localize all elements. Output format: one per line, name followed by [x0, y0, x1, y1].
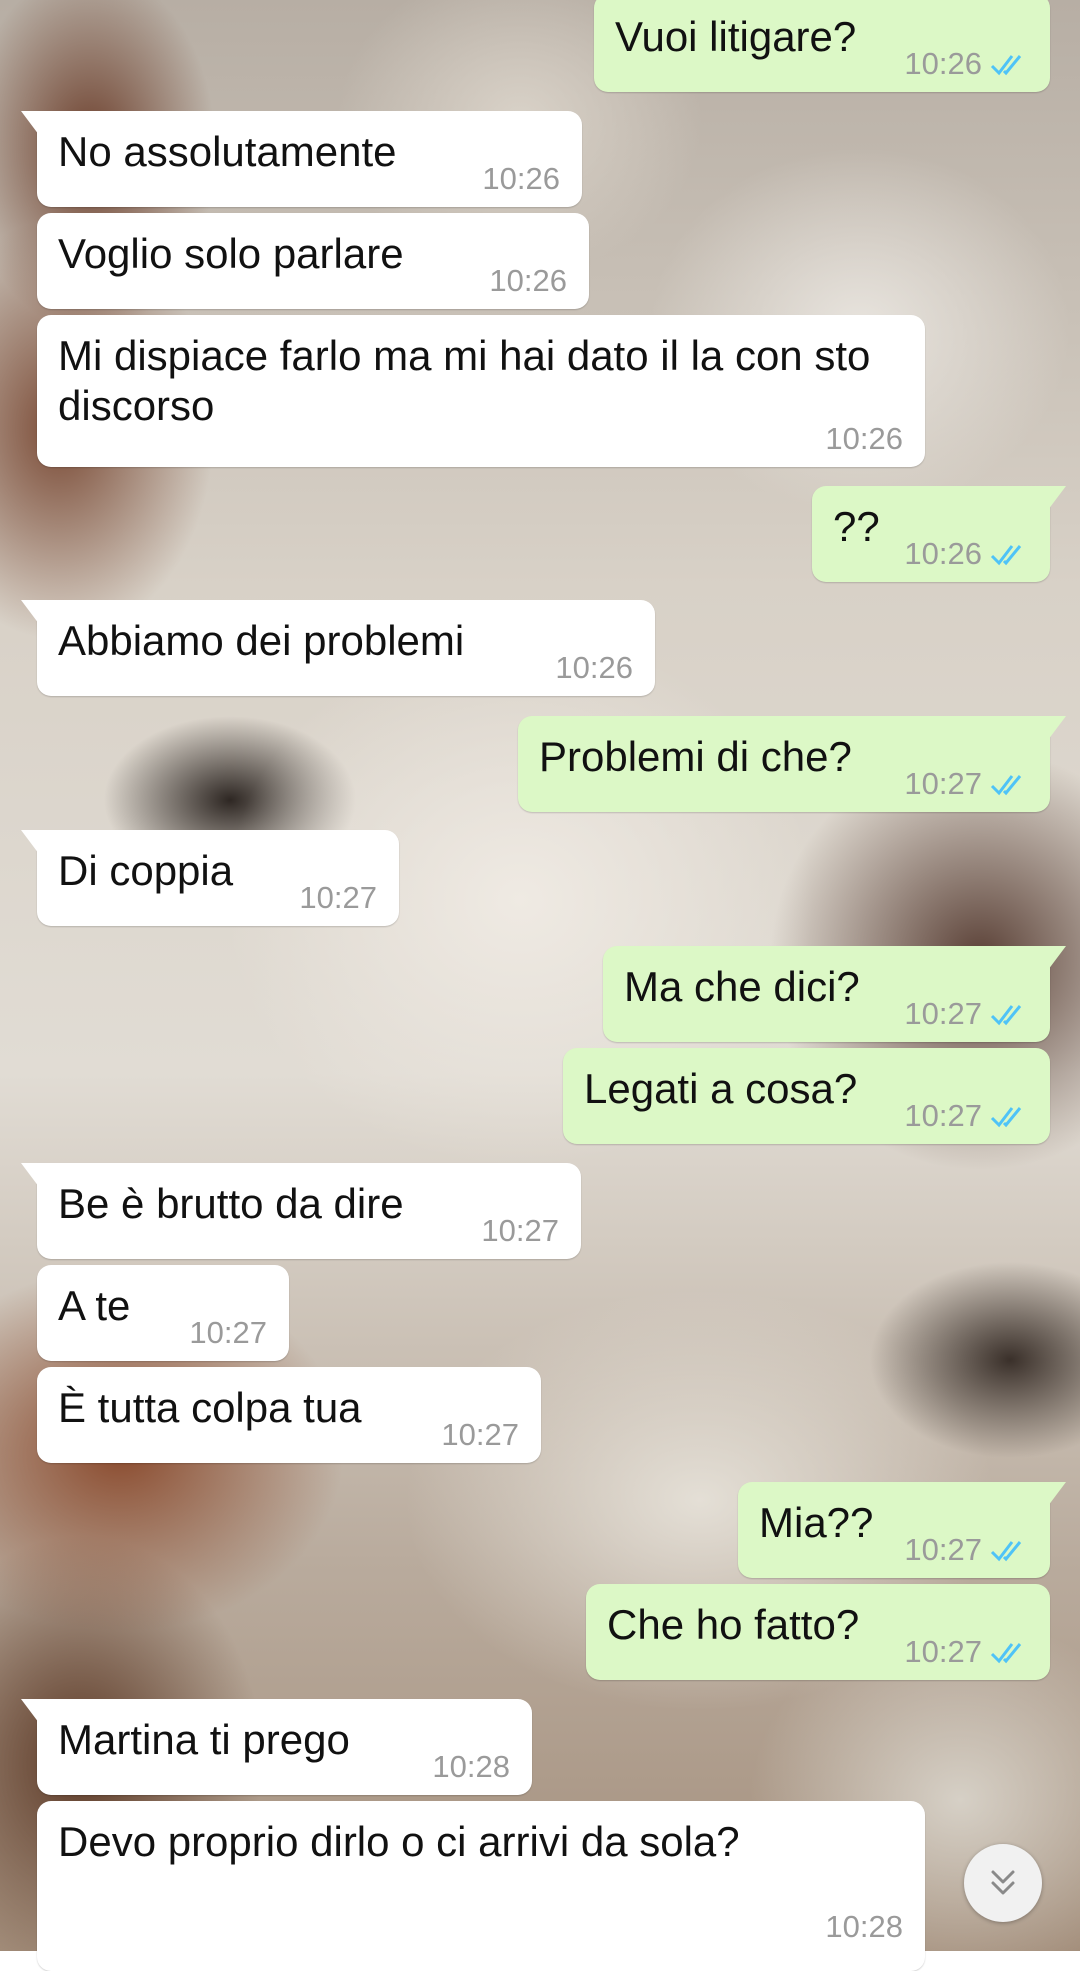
- message-text: Devo proprio dirlo o ci arrivi da sola?: [58, 1818, 740, 1865]
- message-time: 10:27: [904, 1532, 982, 1567]
- message-text: Martina ti prego: [58, 1716, 350, 1763]
- message-outgoing[interactable]: Mia?? 10:27: [738, 1482, 1066, 1578]
- message-meta: 10:27: [441, 1417, 519, 1453]
- message-time: 10:27: [904, 1098, 982, 1133]
- message-meta: 10:26: [825, 421, 903, 457]
- message-text: Di coppia: [58, 847, 234, 894]
- double-check-read-icon: [990, 1107, 1022, 1128]
- message-time: 10:28: [825, 1909, 903, 1944]
- message-text: Abbiamo dei problemi: [58, 617, 465, 664]
- message-outgoing[interactable]: Ma che dici? 10:27: [603, 946, 1066, 1042]
- message-text: Problemi di che?: [539, 733, 852, 780]
- message-incoming[interactable]: Voglio solo parlare 10:26: [37, 213, 589, 309]
- message-text: Vuoi litigare?: [615, 13, 857, 60]
- message-incoming[interactable]: A te 10:27: [37, 1265, 289, 1361]
- message-meta: 10:27: [189, 1315, 267, 1351]
- message-meta: 10:27: [904, 1634, 1032, 1670]
- message-text: Voglio solo parlare: [58, 230, 404, 277]
- message-meta: 10:26: [489, 263, 567, 299]
- message-incoming[interactable]: Devo proprio dirlo o ci arrivi da sola? …: [37, 1801, 925, 1971]
- scroll-to-bottom-button[interactable]: [964, 1844, 1042, 1922]
- double-check-read-icon: [990, 55, 1022, 76]
- message-text: Be è brutto da dire: [58, 1180, 404, 1227]
- message-text: A te: [58, 1282, 131, 1329]
- message-incoming[interactable]: Mi dispiace farlo ma mi hai dato il la c…: [37, 315, 925, 467]
- message-time: 10:26: [555, 650, 633, 685]
- message-meta: 10:27: [904, 766, 1032, 802]
- message-text: Che ho fatto?: [607, 1601, 860, 1648]
- message-time: 10:26: [904, 536, 982, 571]
- message-time: 10:27: [189, 1315, 267, 1350]
- message-meta: 10:28: [432, 1749, 510, 1785]
- message-time: 10:27: [441, 1417, 519, 1452]
- message-time: 10:27: [299, 880, 377, 915]
- message-text: Mia??: [759, 1499, 874, 1546]
- message-text: Legati a cosa?: [584, 1065, 858, 1112]
- message-meta: 10:27: [904, 996, 1032, 1032]
- message-time: 10:27: [904, 996, 982, 1031]
- message-outgoing[interactable]: Vuoi litigare? 10:26: [594, 0, 1050, 92]
- message-incoming[interactable]: Martina ti prego 10:28: [21, 1699, 532, 1795]
- message-outgoing[interactable]: Legati a cosa? 10:27: [563, 1048, 1050, 1144]
- message-time: 10:26: [904, 46, 982, 81]
- message-meta: 10:27: [299, 880, 377, 916]
- message-outgoing[interactable]: ?? 10:26: [812, 486, 1066, 582]
- message-text: No assolutamente: [58, 128, 397, 175]
- message-incoming[interactable]: Di coppia 10:27: [21, 830, 399, 926]
- message-time: 10:27: [481, 1213, 559, 1248]
- message-text: Ma che dici?: [624, 963, 860, 1010]
- chevron-double-down-icon: [991, 1870, 1015, 1895]
- message-text: Mi dispiace farlo ma mi hai dato il la c…: [58, 332, 871, 429]
- message-time: 10:27: [904, 766, 982, 801]
- message-incoming[interactable]: È tutta colpa tua 10:27: [37, 1367, 541, 1463]
- double-check-read-icon: [990, 1005, 1022, 1026]
- message-incoming[interactable]: No assolutamente 10:26: [21, 111, 582, 207]
- message-meta: 10:27: [904, 1098, 1032, 1134]
- message-text: ??: [833, 503, 880, 550]
- message-text: È tutta colpa tua: [58, 1384, 362, 1431]
- message-outgoing[interactable]: Che ho fatto? 10:27: [586, 1584, 1050, 1680]
- double-check-read-icon: [990, 1643, 1022, 1664]
- message-meta: 10:26: [904, 536, 1032, 572]
- message-meta: 10:28: [825, 1909, 903, 1945]
- message-meta: 10:27: [481, 1213, 559, 1249]
- message-incoming[interactable]: Abbiamo dei problemi 10:26: [21, 600, 655, 696]
- message-time: 10:27: [904, 1634, 982, 1669]
- message-incoming[interactable]: Be è brutto da dire 10:27: [21, 1163, 581, 1259]
- double-check-read-icon: [990, 775, 1022, 796]
- message-time: 10:26: [482, 161, 560, 196]
- message-meta: 10:26: [904, 46, 1032, 82]
- double-check-read-icon: [990, 545, 1022, 566]
- message-time: 10:28: [432, 1749, 510, 1784]
- message-meta: 10:26: [555, 650, 633, 686]
- message-time: 10:26: [825, 421, 903, 456]
- message-outgoing[interactable]: Problemi di che? 10:27: [518, 716, 1066, 812]
- double-check-read-icon: [990, 1541, 1022, 1562]
- message-time: 10:26: [489, 263, 567, 298]
- message-meta: 10:27: [904, 1532, 1032, 1568]
- message-meta: 10:26: [482, 161, 560, 197]
